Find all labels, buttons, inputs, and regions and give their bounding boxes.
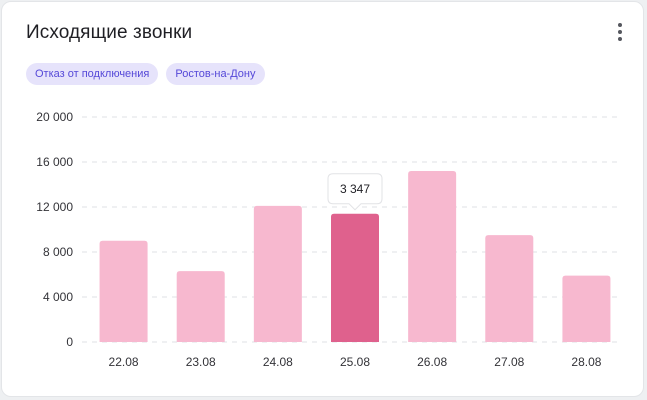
bar[interactable] (331, 213, 379, 342)
tooltip-value: 3 347 (340, 182, 370, 196)
y-tick-label: 0 (66, 335, 73, 349)
x-tick-label: 23.08 (186, 355, 216, 369)
y-tick-label: 8 000 (43, 245, 73, 259)
x-tick-label: 26.08 (417, 355, 447, 369)
y-tick-label: 20 000 (36, 110, 73, 124)
bar[interactable] (408, 171, 457, 342)
bar-chart: 0 4 000 8 000 12 000 16 000 20 000 22.08 23.08 2… (36, 110, 622, 369)
bar[interactable] (485, 235, 534, 342)
bar[interactable] (176, 271, 225, 342)
y-tick-label: 16 000 (36, 155, 73, 169)
x-tick-label: 25.08 (340, 355, 370, 369)
bar[interactable] (99, 240, 148, 342)
x-tick-label: 22.08 (109, 355, 139, 369)
x-tick-label: 24.08 (263, 355, 293, 369)
bar[interactable] (562, 275, 611, 342)
x-tick-label: 28.08 (571, 355, 601, 369)
y-tick-label: 4 000 (43, 290, 73, 304)
y-tick-label: 12 000 (36, 200, 73, 214)
x-tick-label: 27.08 (494, 355, 524, 369)
bar[interactable] (253, 205, 302, 342)
